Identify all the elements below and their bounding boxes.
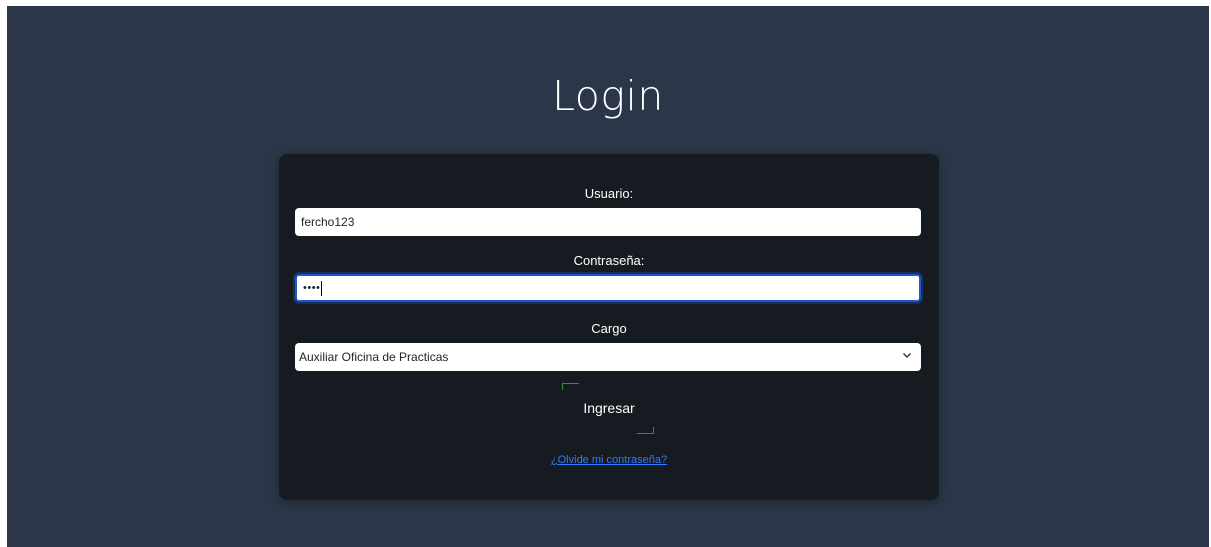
password-input[interactable]: ••••: [295, 274, 921, 302]
page-background: Login Usuario: fercho123 Contraseña: •••…: [7, 6, 1209, 547]
password-label: Contraseña:: [573, 253, 645, 268]
role-selected-value: Auxiliar Oficina de Practicas: [299, 350, 449, 364]
role-label: Cargo: [591, 321, 627, 336]
login-card: Usuario: fercho123 Contraseña: •••• Carg…: [279, 154, 939, 500]
username-label: Usuario:: [584, 186, 634, 201]
username-input[interactable]: fercho123: [295, 208, 921, 236]
button-corner-accent-bottom: [637, 427, 654, 434]
login-button[interactable]: Ingresar: [559, 396, 659, 420]
chevron-down-icon: [903, 353, 911, 358]
username-value: fercho123: [301, 215, 355, 229]
role-select[interactable]: Auxiliar Oficina de Practicas: [295, 343, 921, 371]
text-caret: [321, 280, 323, 296]
password-value: ••••: [303, 282, 321, 294]
button-corner-accent-top: [562, 383, 579, 390]
forgot-password-link[interactable]: ¿Olvide mi contraseña?: [279, 454, 939, 466]
page-title: Login: [552, 72, 664, 120]
